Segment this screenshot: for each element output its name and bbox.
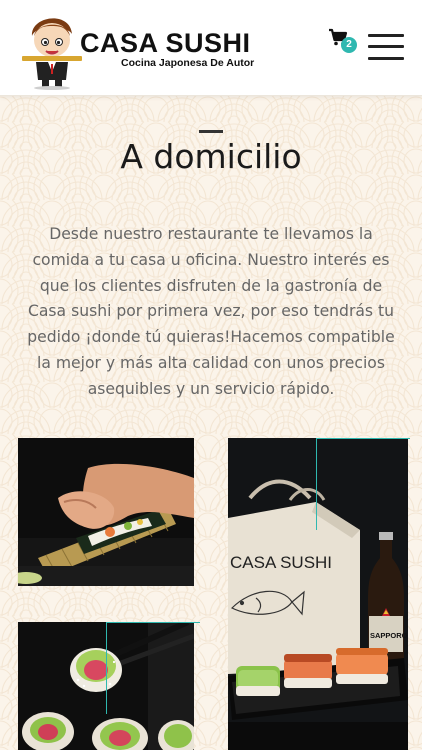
- photo-rolling-sushi: [18, 438, 194, 586]
- accent-line-right-vertical: [316, 438, 317, 530]
- photo-delivery-bag: CASA SUSHI SAPPORO: [228, 438, 408, 750]
- bag-brand-text: CASA SUSHI: [230, 553, 332, 572]
- accent-line-right-horizontal: [316, 438, 410, 439]
- site-logo[interactable]: CASA SUSHI Cocina Japonesa De Autor: [22, 6, 262, 90]
- brand-tagline: Cocina Japonesa De Autor: [121, 57, 255, 69]
- cart-button[interactable]: 2: [328, 28, 358, 56]
- intro-paragraph: Desde nuestro restaurante te llevamos la…: [27, 225, 395, 398]
- mascot-logo-icon: [22, 18, 82, 90]
- title-decoration: [199, 130, 223, 133]
- cart-count-badge: 2: [341, 37, 357, 53]
- beer-label-text: SAPPORO: [370, 631, 408, 640]
- accent-line-left-vertical: [106, 622, 107, 714]
- accent-line-left-horizontal: [106, 622, 200, 623]
- page-title: A domicilio: [120, 137, 302, 176]
- brand-name: CASA SUSHI: [80, 28, 251, 58]
- site-header: CASA SUSHI Cocina Japonesa De Autor 2: [0, 0, 422, 96]
- menu-button[interactable]: [368, 32, 404, 62]
